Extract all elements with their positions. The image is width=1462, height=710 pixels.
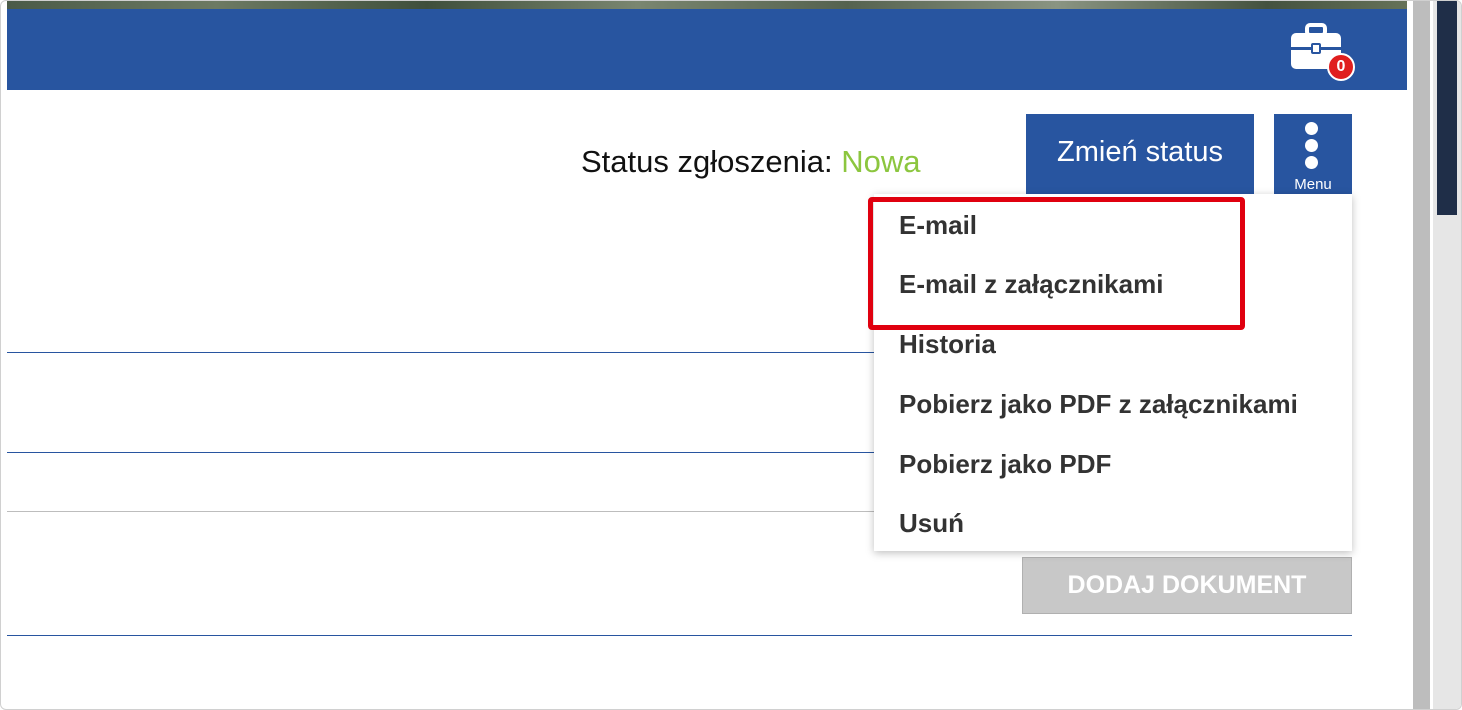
section-divider <box>7 352 877 353</box>
menu-item-download-pdf[interactable]: Pobierz jako PDF <box>899 449 1111 480</box>
page-scrollbar-thumb[interactable] <box>1437 1 1457 215</box>
status-value: Nowa <box>841 144 921 179</box>
vertical-dots-icon-dot-2 <box>1305 139 1318 152</box>
top-bar: 0 <box>7 9 1407 90</box>
menu-item-history[interactable]: Historia <box>899 329 996 360</box>
menu-item-email-with-attachments[interactable]: E-mail z załącznikami <box>899 269 1163 300</box>
vertical-dots-icon <box>1305 122 1318 135</box>
app-window: 0 Status zgłoszenia: Nowa Zmień status M… <box>0 0 1462 710</box>
menu-item-email[interactable]: E-mail <box>899 210 977 241</box>
request-status: Status zgłoszenia: Nowa <box>581 144 920 180</box>
section-divider <box>7 511 877 512</box>
menu-item-download-pdf-with-attachments[interactable]: Pobierz jako PDF z załącznikami <box>899 389 1298 420</box>
section-divider <box>7 635 1352 636</box>
status-label: Status zgłoszenia: <box>581 144 833 179</box>
briefcase-button[interactable]: 0 <box>1287 23 1355 81</box>
actions-dropdown-menu: E-mail E-mail z załącznikami Historia Po… <box>874 194 1352 551</box>
menu-button[interactable]: Menu <box>1274 114 1352 194</box>
menu-item-delete[interactable]: Usuń <box>899 508 964 539</box>
section-divider <box>7 452 877 453</box>
menu-label: Menu <box>1294 176 1332 193</box>
vertical-dots-icon-dot-3 <box>1305 156 1318 169</box>
header-photo-strip <box>7 1 1407 9</box>
add-document-button[interactable]: DODAJ DOKUMENT <box>1022 557 1352 614</box>
change-status-button[interactable]: Zmień status <box>1026 114 1254 194</box>
notification-badge: 0 <box>1327 53 1355 81</box>
inner-scrollbar[interactable] <box>1413 1 1430 709</box>
